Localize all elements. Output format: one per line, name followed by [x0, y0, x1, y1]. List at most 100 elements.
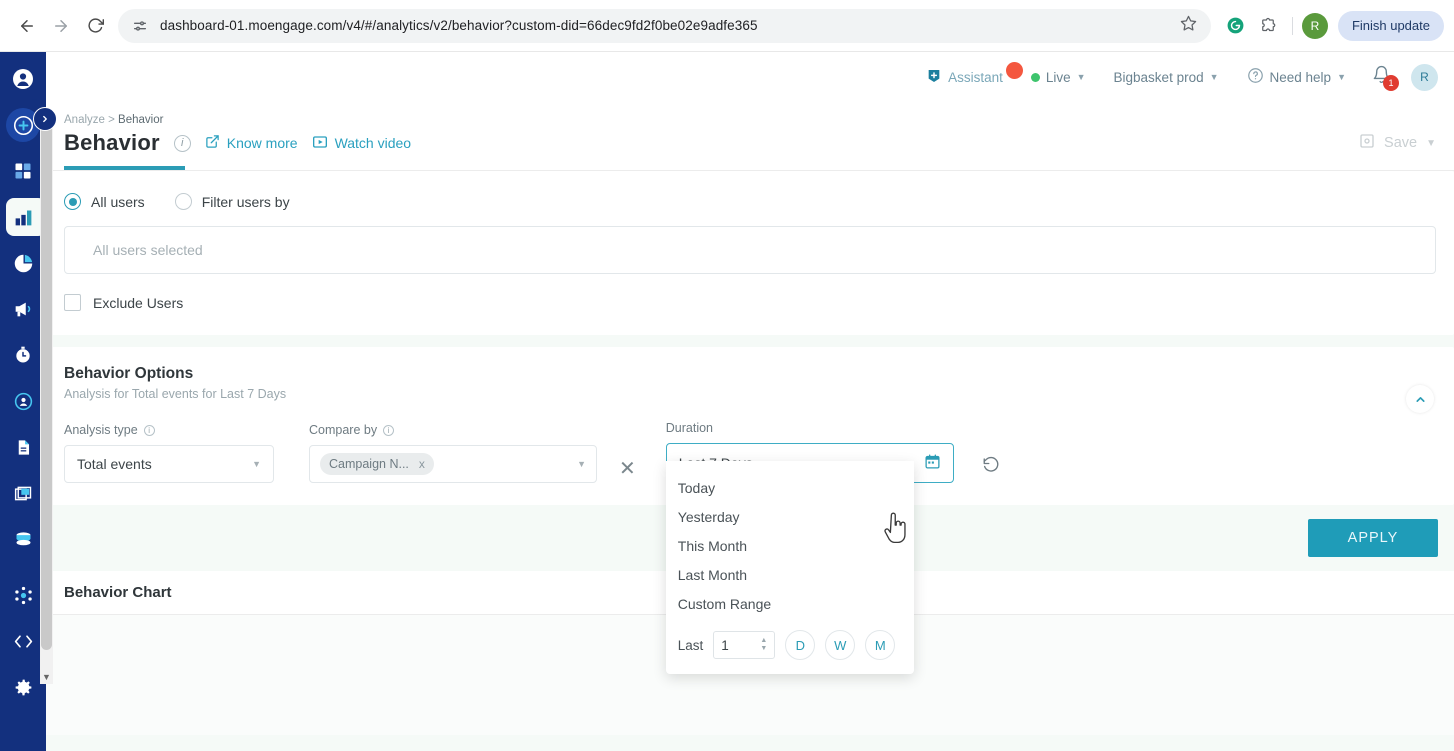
- info-icon[interactable]: i: [143, 424, 155, 436]
- pie-chart-icon: [14, 254, 32, 272]
- rail-expand-button[interactable]: [33, 107, 57, 131]
- need-help-dropdown[interactable]: Need help ▼: [1233, 67, 1360, 87]
- compare-by-select[interactable]: Campaign N... x ▼: [309, 445, 597, 483]
- unit-week-button[interactable]: W: [825, 630, 856, 660]
- exclude-users-checkbox[interactable]: [64, 294, 81, 311]
- filter-users-label[interactable]: Filter users by: [202, 194, 290, 210]
- radio-filter-users[interactable]: [174, 193, 192, 210]
- unit-day-button[interactable]: D: [785, 630, 816, 660]
- assistant-label: Assistant: [948, 69, 1003, 85]
- workspace-dropdown[interactable]: Bigbasket prod ▼: [1100, 70, 1233, 85]
- all-users-label[interactable]: All users: [91, 194, 145, 210]
- scrollbar-thumb[interactable]: [41, 112, 52, 650]
- chevron-down-icon: ▼: [1337, 72, 1346, 82]
- behavior-options-card: Behavior Options Analysis for Total even…: [46, 347, 1454, 674]
- info-icon[interactable]: i: [173, 134, 191, 152]
- plus-circle-icon: [13, 115, 33, 135]
- scroll-down-arrow-icon[interactable]: ▼: [40, 670, 53, 684]
- duration-option-this-month[interactable]: This Month: [666, 531, 914, 560]
- last-n-value: 1: [721, 637, 729, 653]
- duration-option-last-month[interactable]: Last Month: [666, 560, 914, 589]
- page-header-row: Behavior i Know more Watch video Save ▼: [46, 130, 1454, 156]
- code-icon: [14, 634, 32, 648]
- behavior-options-fields: Analysis type i Total events ▼ Compare b…: [64, 421, 1436, 674]
- app-window: ▼ Assistant Live ▼ Bigbasket prod ▼ Need…: [0, 52, 1454, 751]
- workspace-label: Bigbasket prod: [1113, 69, 1204, 85]
- finish-update-button[interactable]: Finish update: [1337, 10, 1444, 41]
- save-button[interactable]: Save ▼: [1359, 133, 1436, 153]
- breadcrumb-current: Behavior: [118, 114, 164, 126]
- live-status-dropdown[interactable]: Live ▼: [1017, 70, 1100, 85]
- back-arrow-icon[interactable]: [10, 9, 44, 43]
- apply-button[interactable]: APPLY: [1308, 519, 1438, 557]
- notifications-button[interactable]: 1: [1360, 65, 1403, 91]
- chevron-down-icon: ▼: [1426, 137, 1436, 149]
- stopwatch-icon: [16, 346, 30, 363]
- unit-month-button[interactable]: M: [865, 630, 896, 660]
- calendar-icon[interactable]: [924, 453, 941, 473]
- active-tab-underline: [64, 166, 185, 170]
- analysis-type-field: Analysis type i Total events ▼: [64, 423, 274, 483]
- page-header: Analyze > Behavior Behavior i Know more: [46, 102, 1454, 171]
- address-bar[interactable]: dashboard-01.moengage.com/v4/#/analytics…: [118, 8, 1211, 43]
- info-icon[interactable]: i: [383, 424, 395, 436]
- compare-by-chip[interactable]: Campaign N... x: [320, 453, 434, 475]
- reset-duration-icon[interactable]: [982, 456, 1000, 479]
- puzzle-piece-icon[interactable]: [1253, 11, 1283, 41]
- browser-actions: R Finish update: [1221, 10, 1444, 41]
- duration-label: Duration: [665, 421, 714, 435]
- page-title: Behavior: [64, 130, 160, 155]
- compare-by-label: Compare by: [309, 423, 378, 437]
- site-settings-icon[interactable]: [132, 18, 148, 34]
- analysis-type-value: Total events: [77, 456, 152, 472]
- behavior-options-title: Behavior Options: [64, 365, 194, 382]
- document-icon: [18, 439, 29, 455]
- breadcrumb-root[interactable]: Analyze: [64, 114, 105, 126]
- watch-video-label: Watch video: [334, 135, 412, 151]
- user-selection-input[interactable]: All users selected: [64, 226, 1436, 274]
- chip-remove-icon[interactable]: x: [419, 457, 425, 471]
- sidebar-item-profile[interactable]: [0, 56, 46, 102]
- notification-count-badge: 1: [1383, 75, 1399, 91]
- compare-by-field: Compare by i Campaign N... x ▼: [309, 423, 597, 483]
- last-n-input[interactable]: 1 ▲ ▼: [713, 631, 776, 659]
- duration-option-yesterday[interactable]: Yesterday: [666, 502, 914, 531]
- chevron-down-icon: ▼: [577, 459, 586, 469]
- video-play-icon: [312, 134, 328, 153]
- breadcrumb-separator: >: [108, 114, 115, 126]
- number-stepper[interactable]: ▲ ▼: [760, 637, 767, 652]
- forward-arrow-icon[interactable]: [44, 9, 78, 43]
- behavior-options-subtitle: Analysis for Total events for Last 7 Day…: [64, 387, 287, 401]
- duration-option-custom-range[interactable]: Custom Range: [666, 589, 914, 618]
- page-scrollbar[interactable]: ▼: [40, 110, 53, 684]
- browser-toolbar: dashboard-01.moengage.com/v4/#/analytics…: [0, 0, 1454, 52]
- save-label: Save: [1384, 135, 1418, 151]
- gear-icon: [15, 679, 31, 695]
- megaphone-icon: [15, 302, 31, 317]
- stepper-down-icon[interactable]: ▼: [760, 645, 767, 652]
- user-avatar[interactable]: R: [1411, 63, 1438, 91]
- user-scope-radio-group: All users Filter users by: [64, 193, 1436, 210]
- know-more-label: Know more: [226, 135, 298, 151]
- chevron-down-icon: ▼: [1209, 72, 1219, 82]
- grid-icon: [15, 163, 31, 179]
- grammarly-icon[interactable]: [1221, 11, 1251, 41]
- stepper-up-icon[interactable]: ▲: [760, 637, 767, 644]
- reload-icon[interactable]: [78, 9, 112, 43]
- analysis-type-select[interactable]: Total events ▼: [64, 445, 274, 483]
- divider: [1291, 16, 1293, 35]
- clear-compare-by-icon[interactable]: ✕: [619, 459, 636, 479]
- hub-icon: [14, 586, 32, 604]
- watch-video-link[interactable]: Watch video: [312, 134, 412, 153]
- radio-all-users[interactable]: [64, 193, 81, 210]
- duration-last-n-row: Last 1 ▲ ▼ D W M: [666, 618, 914, 660]
- duration-option-today[interactable]: Today: [666, 473, 914, 502]
- exclude-users-label[interactable]: Exclude Users: [93, 295, 183, 311]
- chrome-profile-avatar[interactable]: R: [1301, 12, 1328, 39]
- chevron-right-icon: [43, 115, 47, 123]
- know-more-link[interactable]: Know more: [205, 134, 298, 152]
- assistant-button[interactable]: Assistant: [912, 61, 1023, 87]
- chevron-down-icon: ▼: [252, 459, 261, 469]
- collapse-section-button[interactable]: [1406, 385, 1434, 413]
- star-icon[interactable]: [1168, 15, 1197, 37]
